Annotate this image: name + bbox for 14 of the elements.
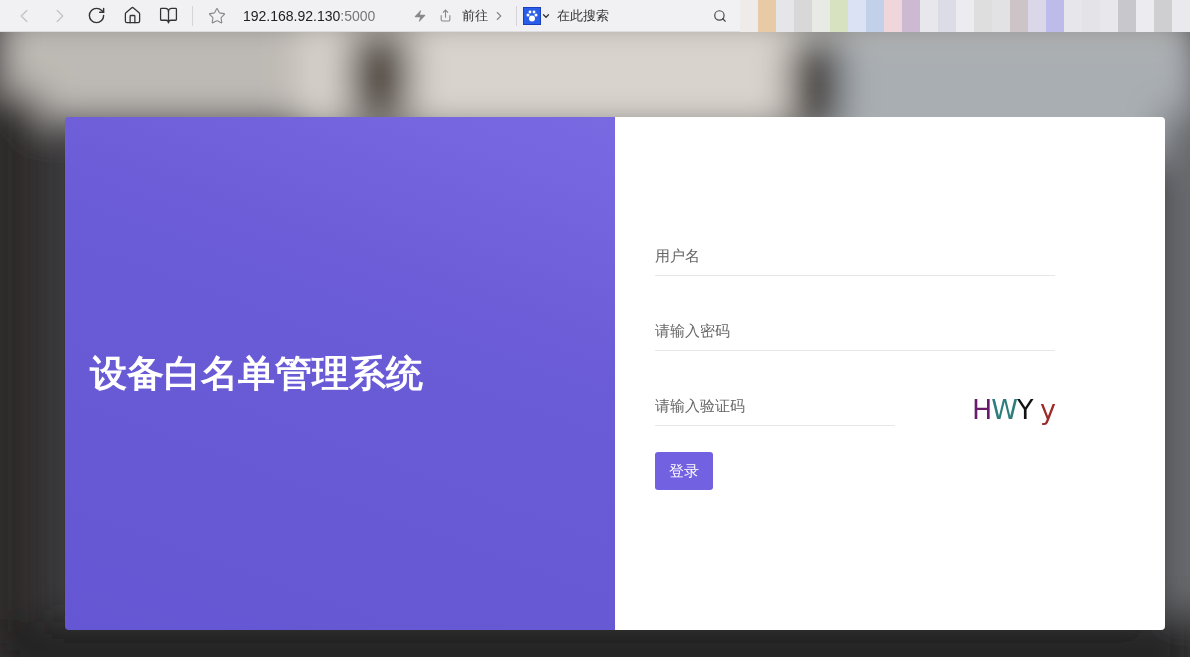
go-link[interactable]: 前往 (462, 6, 488, 25)
home-icon (122, 6, 142, 25)
reload-icon (86, 6, 106, 25)
share-icon (439, 9, 452, 22)
book-icon (158, 6, 178, 25)
captcha-image[interactable]: HWY y (971, 394, 1055, 425)
paw-icon[interactable] (523, 6, 541, 25)
system-title: 设备白名单管理系统 (90, 351, 423, 396)
search-field[interactable]: 在此搜索 (557, 6, 707, 25)
star-icon (208, 6, 226, 25)
address-field[interactable]: 192.168.92.130:5000 (243, 7, 413, 24)
search-icon[interactable] (713, 8, 727, 23)
login-button[interactable]: 登录 (655, 452, 713, 490)
lightning-icon (413, 8, 427, 23)
